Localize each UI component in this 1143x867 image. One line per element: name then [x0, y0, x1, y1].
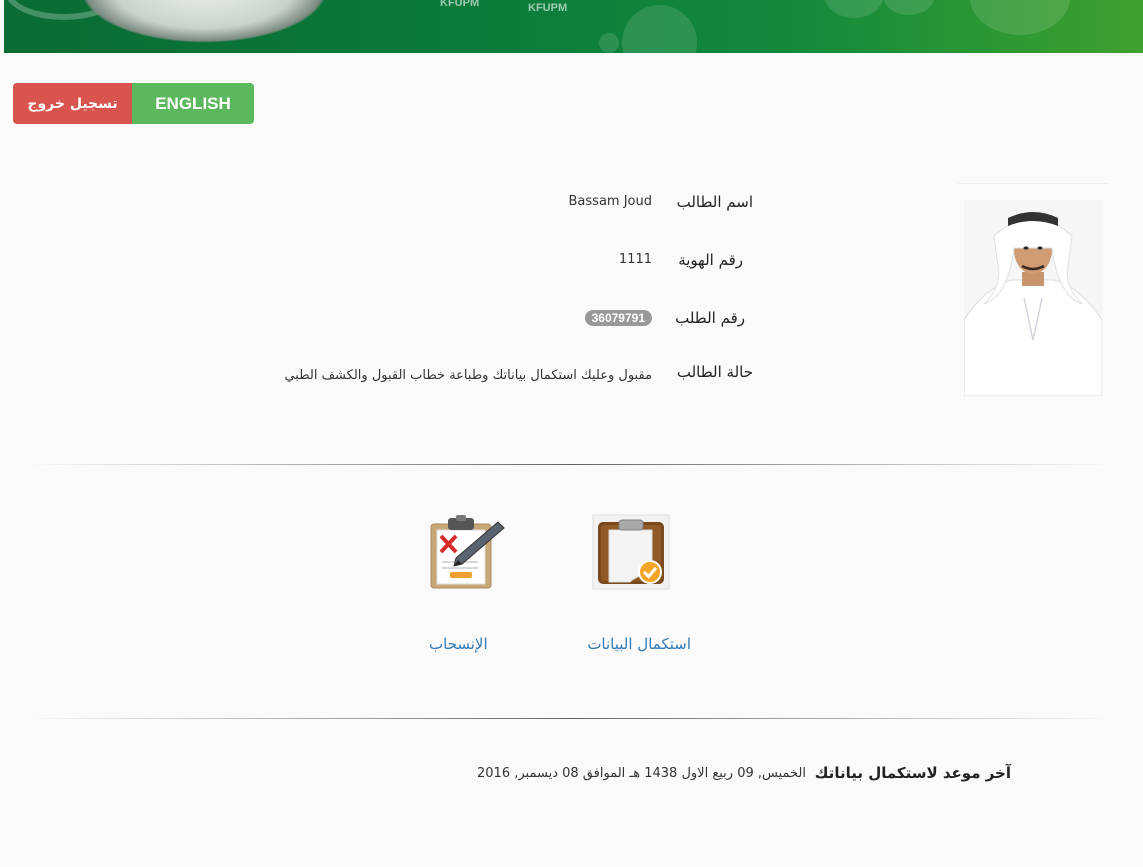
- student-status-label: حالة الطالب: [676, 363, 753, 381]
- complete-data-link[interactable]: استكمال البيانات: [587, 635, 691, 653]
- english-language-button[interactable]: ENGLISH: [132, 83, 254, 124]
- top-button-group: تسجيل خروج ENGLISH: [13, 83, 254, 124]
- header-banner: KFUPM KFUPM: [4, 0, 1143, 53]
- application-number-label: رقم الطلب: [675, 309, 745, 327]
- deadline-value: الخميس, 09 ربيع الاول 1438 هـ الموافق 08…: [477, 766, 806, 781]
- student-photo-frame: [958, 183, 1108, 396]
- section-divider: [25, 718, 1115, 719]
- banner-dot-decoration: [970, 0, 1070, 35]
- withdraw-link[interactable]: الإنسحاب: [429, 635, 488, 653]
- student-status-value: مقبول وعليك استكمال بياناتك وطباعة خطاب …: [284, 368, 652, 383]
- complete-data-action[interactable]: استكمال البيانات: [575, 514, 691, 659]
- banner-dot-decoration: [599, 33, 619, 53]
- withdraw-clipboard-icon: [428, 514, 506, 592]
- withdraw-action[interactable]: الإنسحاب: [428, 514, 508, 659]
- banner-text: KFUPM: [528, 2, 568, 14]
- banner-dot-decoration: [824, 0, 884, 18]
- banner-dot-decoration: [884, 0, 934, 15]
- national-id-value: 1111: [618, 252, 652, 267]
- banner-dot-decoration: [622, 5, 697, 53]
- clipboard-check-icon: [592, 514, 670, 590]
- section-divider: [25, 464, 1115, 465]
- national-id-label: رقم الهوية: [678, 251, 743, 269]
- deadline-label: آخر موعد لاستكمال بياناتك: [814, 764, 1011, 782]
- student-photo: [964, 200, 1102, 396]
- application-number-badge: 36079791: [584, 310, 652, 326]
- student-name-value: Bassam Joud: [568, 194, 652, 209]
- logout-button[interactable]: تسجيل خروج: [13, 83, 132, 124]
- student-name-label: اسم الطالب: [676, 193, 753, 211]
- university-emblem: [64, 0, 344, 50]
- banner-text: KFUPM: [440, 0, 480, 9]
